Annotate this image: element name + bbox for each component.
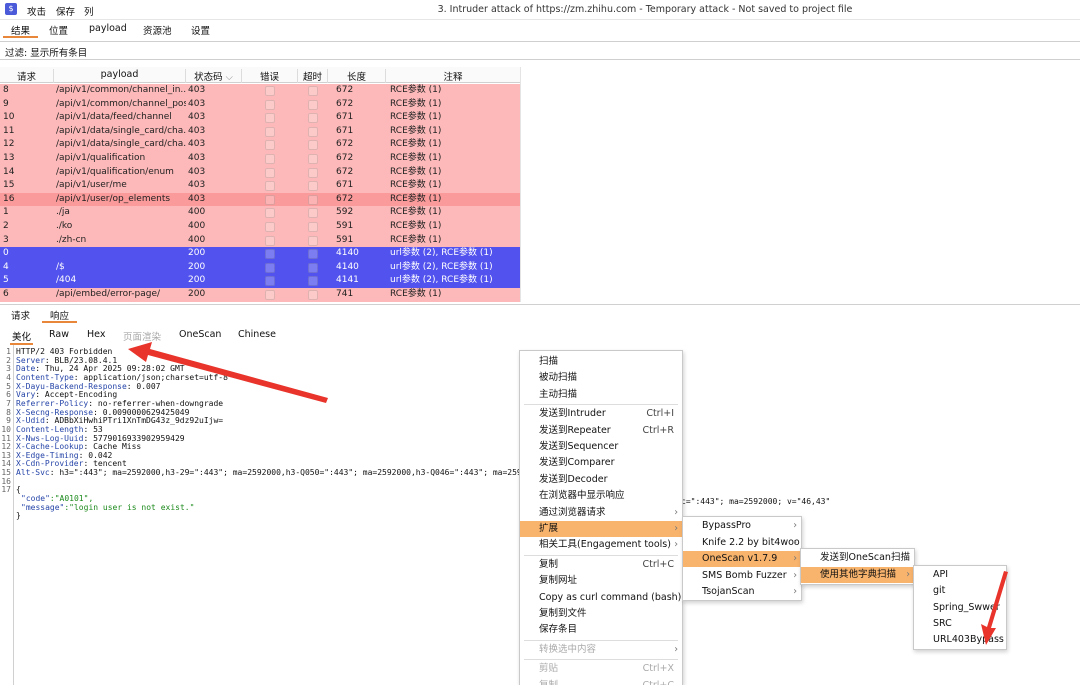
arrow-to-url403bypass-icon <box>981 571 1008 645</box>
annotation-arrows <box>128 342 1008 645</box>
arrow-to-403-icon <box>128 342 328 403</box>
